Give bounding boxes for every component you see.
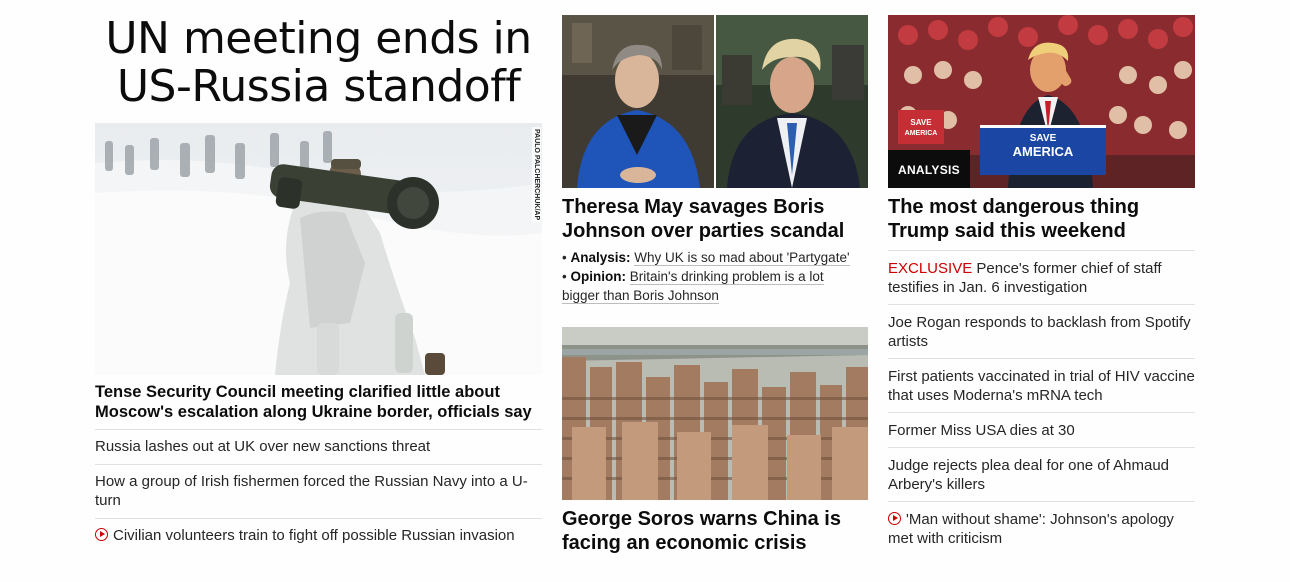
china-city-photo	[562, 327, 868, 500]
play-video-icon	[888, 512, 901, 525]
latest-link[interactable]: Former Miss USA dies at 30	[888, 422, 1075, 439]
list-item[interactable]: How a group of Irish fishermen forced th…	[95, 464, 542, 518]
hero-image-soldier-snow[interactable]: PAULO PALCHERCHUK/AP	[95, 123, 542, 375]
related-links-list: Russia lashes out at UK over new sanctio…	[95, 429, 542, 553]
list-item[interactable]: First patients vaccinated in trial of HI…	[888, 358, 1195, 412]
latest-link[interactable]: Judge rejects plea deal for one of Ahmau…	[888, 457, 1169, 493]
related-link[interactable]: Russia lashes out at UK over new sanctio…	[95, 438, 430, 455]
may-story-bullets: • Analysis: Why UK is so mad about 'Part…	[562, 248, 862, 305]
podium-line1: SAVE	[1030, 133, 1057, 144]
snow-soldier-photo	[95, 123, 542, 375]
latest-link[interactable]: 'Man without shame': Johnson's apology m…	[888, 511, 1174, 547]
bullet-link[interactable]: Why UK is so mad about 'Partygate'	[634, 250, 850, 266]
bullet-analysis[interactable]: • Analysis: Why UK is so mad about 'Part…	[562, 248, 862, 267]
bullet-label: Opinion:	[570, 269, 626, 284]
exclusive-label: EXCLUSIVE	[888, 260, 973, 277]
may-johnson-headline[interactable]: Theresa May savages Boris Johnson over p…	[562, 195, 868, 243]
latest-links-list: EXCLUSIVE Pence's former chief of staff …	[888, 250, 1195, 555]
latest-link[interactable]: EXCLUSIVE Pence's former chief of staff …	[888, 260, 1162, 296]
hero-headline-link[interactable]: UN meeting ends in US-Russia standoff	[105, 13, 532, 112]
svg-text:SAVE: SAVE	[910, 118, 932, 127]
main-story-column: UN meeting ends in US-Russia standoff PA…	[95, 0, 542, 544]
related-link[interactable]: How a group of Irish fishermen forced th…	[95, 473, 528, 509]
svg-text:AMERICA: AMERICA	[905, 130, 938, 137]
list-item[interactable]: 'Man without shame': Johnson's apology m…	[888, 501, 1195, 555]
list-item[interactable]: Judge rejects plea deal for one of Ahmau…	[888, 447, 1195, 501]
lead-headline[interactable]: Tense Security Council meeting clarified…	[95, 382, 542, 422]
play-video-icon	[95, 528, 108, 541]
podium-line2: AMERICA	[1013, 144, 1074, 159]
hero-headline-line2: US-Russia standoff	[116, 61, 521, 112]
related-link[interactable]: Civilian volunteers train to fight off p…	[113, 527, 515, 544]
latest-link[interactable]: First patients vaccinated in trial of HI…	[888, 368, 1195, 404]
trump-rally-image[interactable]: SAVE AMERICA SAVE AMERICA ANALYSIS	[888, 15, 1195, 188]
latest-link[interactable]: Joe Rogan responds to backlash from Spot…	[888, 314, 1191, 350]
list-item[interactable]: Civilian volunteers train to fight off p…	[95, 518, 542, 553]
list-item[interactable]: Former Miss USA dies at 30	[888, 412, 1195, 447]
china-buildings-image[interactable]	[562, 327, 868, 500]
list-item[interactable]: Russia lashes out at UK over new sanctio…	[95, 429, 542, 464]
hero-headline[interactable]: UN meeting ends in US-Russia standoff	[95, 0, 542, 111]
trump-headline[interactable]: The most dangerous thing Trump said this…	[888, 195, 1194, 243]
may-johnson-image[interactable]	[562, 15, 868, 188]
photo-credit: PAULO PALCHERCHUK/AP	[532, 127, 541, 223]
soros-headline[interactable]: George Soros warns China is facing an ec…	[562, 507, 868, 555]
bullet-opinion[interactable]: • Opinion: Britain's drinking problem is…	[562, 267, 862, 305]
bullet-label: Analysis:	[570, 250, 631, 265]
list-item[interactable]: EXCLUSIVE Pence's former chief of staff …	[888, 250, 1195, 304]
may-johnson-photo	[562, 15, 868, 188]
hero-headline-line1: UN meeting ends in	[105, 13, 532, 64]
analysis-badge: ANALYSIS	[888, 150, 970, 188]
list-item[interactable]: Joe Rogan responds to backlash from Spot…	[888, 304, 1195, 358]
